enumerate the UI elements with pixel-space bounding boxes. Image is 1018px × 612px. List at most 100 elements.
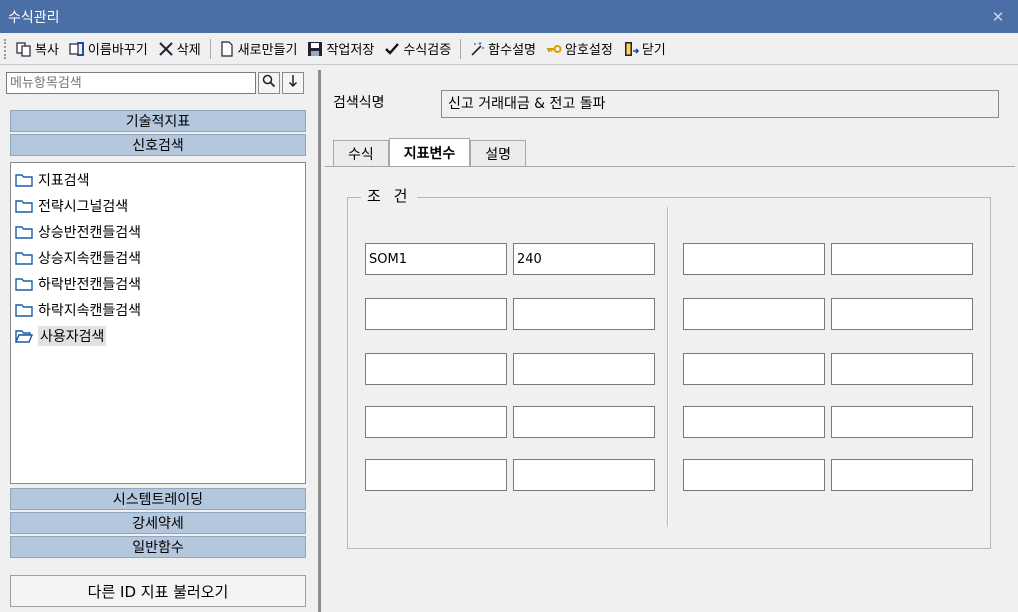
right-panel: 검색식명 신고 거래대금 & 전고 돌파 수식 지표변수 설명 조 건 xyxy=(318,70,1016,612)
validate-button[interactable]: 수식검증 xyxy=(381,36,454,62)
copy-button[interactable]: 복사 xyxy=(13,36,62,62)
category-general-functions[interactable]: 일반함수 xyxy=(10,536,306,558)
category-system-trading[interactable]: 시스템트레이딩 xyxy=(10,488,306,510)
variable-name-input[interactable] xyxy=(365,298,507,330)
variable-value-input[interactable] xyxy=(513,353,655,385)
variable-name-input[interactable] xyxy=(365,243,507,275)
category-label: 신호검색 xyxy=(132,138,184,154)
category-label: 강세약세 xyxy=(132,516,184,532)
load-other-id-button[interactable]: 다른 ID 지표 불러오기 xyxy=(10,575,306,607)
new-document-icon xyxy=(219,40,235,57)
arrow-down-icon xyxy=(287,74,299,92)
left-panel: 기술적지표 신호검색 지표검색 전략시그널검색 상승반전캔들검색 상승지속캔들검… xyxy=(4,70,310,612)
folder-icon xyxy=(15,278,33,291)
exit-button[interactable]: 닫기 xyxy=(620,36,669,62)
load-other-id-label: 다른 ID 지표 불러오기 xyxy=(87,582,229,601)
tree-item-bearish-reversal-candle[interactable]: 하락반전캔들검색 xyxy=(15,273,141,295)
tab-strip: 수식 지표변수 설명 xyxy=(333,138,527,167)
formula-name-field[interactable]: 신고 거래대금 & 전고 돌파 xyxy=(441,90,999,118)
tree-item-indicator-search[interactable]: 지표검색 xyxy=(15,169,90,191)
variable-value-input[interactable] xyxy=(831,298,973,330)
category-label: 일반함수 xyxy=(132,540,184,556)
save-icon xyxy=(307,41,323,57)
variable-value-input[interactable] xyxy=(513,298,655,330)
delete-icon xyxy=(158,41,174,57)
variable-value-input[interactable] xyxy=(831,243,973,275)
variable-value-input[interactable] xyxy=(513,459,655,491)
rename-label: 이름바꾸기 xyxy=(87,43,148,58)
close-icon[interactable]: ✕ xyxy=(986,8,1010,26)
formula-name-label: 검색식명 xyxy=(333,95,385,111)
function-help-label: 함수설명 xyxy=(488,43,536,58)
tree-item-label: 하락지속캔들검색 xyxy=(38,303,142,319)
tree-item-label: 하락반전캔들검색 xyxy=(38,277,142,293)
password-button[interactable]: 암호설정 xyxy=(543,36,616,62)
variable-value-input[interactable] xyxy=(831,459,973,491)
menu-search-input[interactable] xyxy=(6,72,256,94)
toolbar-separator xyxy=(460,38,462,59)
tree-item-strategy-signal-search[interactable]: 전략시그널검색 xyxy=(15,195,128,217)
rename-icon xyxy=(69,41,85,57)
function-help-button[interactable]: 함수설명 xyxy=(466,36,539,62)
variable-name-input[interactable] xyxy=(683,243,825,275)
magic-wand-icon xyxy=(469,41,485,57)
copy-icon xyxy=(16,41,32,57)
variable-name-input[interactable] xyxy=(365,459,507,491)
validate-label: 수식검증 xyxy=(403,43,452,58)
tree-item-bullish-reversal-candle[interactable]: 상승반전캔들검색 xyxy=(15,221,141,243)
category-technical-indicators[interactable]: 기술적지표 xyxy=(10,110,306,132)
exit-label: 닫기 xyxy=(641,43,666,58)
password-label: 암호설정 xyxy=(565,43,613,58)
tree-item-bearish-continuation-candle[interactable]: 하락지속캔들검색 xyxy=(15,299,141,321)
delete-label: 삭제 xyxy=(176,43,201,58)
variable-value-input[interactable] xyxy=(513,406,655,438)
condition-group-label: 조 건 xyxy=(361,185,418,206)
search-button[interactable] xyxy=(258,72,280,94)
tree-item-bullish-continuation-candle[interactable]: 상승지속캔들검색 xyxy=(15,247,141,269)
variable-name-input[interactable] xyxy=(683,353,825,385)
variable-value-input[interactable] xyxy=(513,243,655,275)
rename-button[interactable]: 이름바꾸기 xyxy=(66,36,151,62)
variable-name-input[interactable] xyxy=(683,298,825,330)
tree-item-label: 사용자검색 xyxy=(38,326,107,346)
variable-name-input[interactable] xyxy=(365,406,507,438)
search-icon xyxy=(262,74,276,92)
variable-value-input[interactable] xyxy=(831,406,973,438)
folder-open-icon xyxy=(15,330,33,343)
window-title: 수식관리 xyxy=(8,9,60,26)
folder-icon xyxy=(15,174,33,187)
toolbar-grip[interactable] xyxy=(4,38,7,59)
category-label: 시스템트레이딩 xyxy=(112,492,204,508)
tree-item-label: 전략시그널검색 xyxy=(38,199,129,215)
variable-value-input[interactable] xyxy=(831,353,973,385)
search-next-button[interactable] xyxy=(282,72,304,94)
folder-icon xyxy=(15,200,33,213)
delete-button[interactable]: 삭제 xyxy=(155,36,204,62)
tab-formula[interactable]: 수식 xyxy=(333,140,389,167)
save-label: 작업저장 xyxy=(326,43,375,58)
tree-item-label: 지표검색 xyxy=(38,173,90,189)
toolbar: 복사 이름바꾸기 삭제 새로만들기 작업저장 수식검증 함수설명 암호설정 닫기 xyxy=(0,33,1018,65)
tree-view: 지표검색 전략시그널검색 상승반전캔들검색 상승지속캔들검색 하락반전캔들검색 … xyxy=(10,162,306,484)
exit-door-icon xyxy=(623,41,639,57)
category-signal-search[interactable]: 신호검색 xyxy=(10,134,306,156)
toolbar-separator xyxy=(209,38,211,59)
save-button[interactable]: 작업저장 xyxy=(304,36,377,62)
folder-icon xyxy=(15,226,33,239)
key-icon xyxy=(546,41,562,57)
variable-name-input[interactable] xyxy=(365,353,507,385)
new-label: 새로만들기 xyxy=(237,43,298,58)
tree-item-user-search[interactable]: 사용자검색 xyxy=(15,325,107,347)
tab-description[interactable]: 설명 xyxy=(470,140,527,167)
variable-name-input[interactable] xyxy=(683,459,825,491)
checkmark-icon xyxy=(384,41,400,57)
copy-label: 복사 xyxy=(35,43,59,58)
new-button[interactable]: 새로만들기 xyxy=(216,36,301,62)
variable-name-input[interactable] xyxy=(683,406,825,438)
category-strength-weakness[interactable]: 강세약세 xyxy=(10,512,306,534)
folder-icon xyxy=(15,304,33,317)
tab-indicator-variables[interactable]: 지표변수 xyxy=(388,138,471,167)
category-label: 기술적지표 xyxy=(125,114,191,130)
folder-icon xyxy=(15,252,33,265)
column-divider xyxy=(667,207,669,527)
